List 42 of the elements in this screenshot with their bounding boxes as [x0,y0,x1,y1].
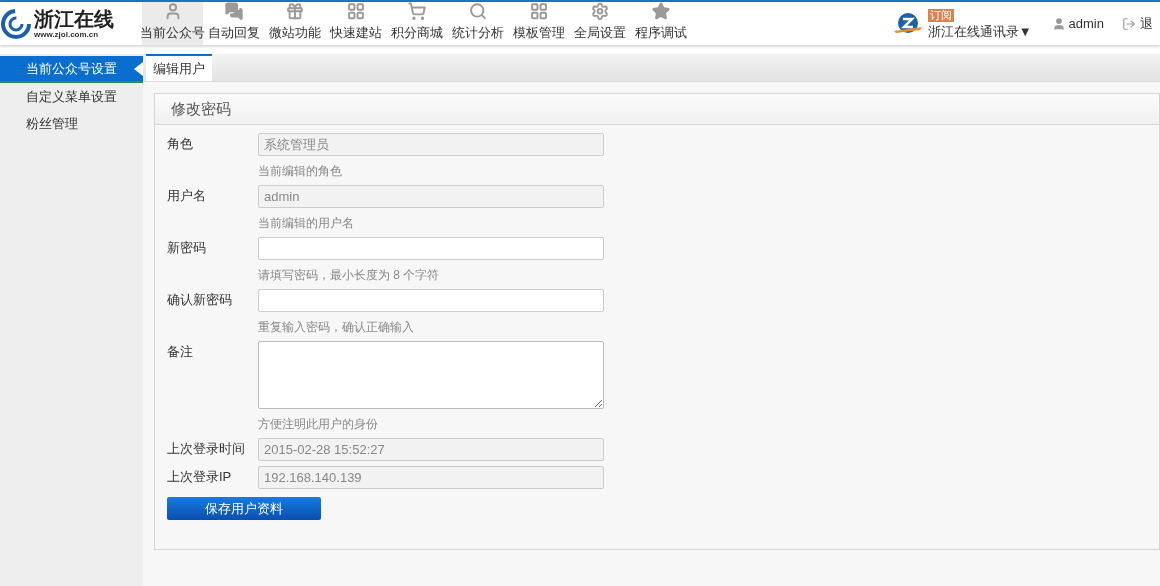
nav-item[interactable]: 当前公众号 [142,2,203,45]
nav-item[interactable]: 模板管理 [508,2,569,45]
field-label: 上次登录IP [167,468,233,486]
logo-name: 浙江在线 [34,8,114,29]
star-icon [649,2,672,21]
panel-title: 修改密码 [171,98,231,119]
nav-item[interactable]: 全局设置 [569,2,630,45]
user-icon [1051,16,1066,31]
username: admin [1068,14,1104,33]
field-label: 备注 [167,343,194,361]
cart-icon [405,2,428,21]
nav-item[interactable]: 自动回复 [203,2,264,45]
save-button[interactable]: 保存用户资料 [167,497,321,520]
tab[interactable]: 编辑用户 [146,54,212,81]
field-label: 新密码 [167,239,207,257]
field-label: 确认新密码 [167,291,233,309]
field-label: 上次登录时间 [167,440,246,458]
sidebar-item[interactable]: 粉丝管理 [0,110,143,137]
nav-item[interactable]: 积分商城 [386,2,447,45]
help-text: 重复输入密码，确认正确输入 [258,319,415,336]
field-label: 用户名 [167,187,207,205]
input-field[interactable] [258,289,604,312]
chat-icon [222,2,245,21]
subscription-badge: 订阅 [927,9,954,22]
help-text: 当前编辑的角色 [258,163,343,180]
logout-button[interactable]: 退 [1122,13,1160,34]
remark-field[interactable] [258,341,604,409]
help-text: 方便注明此用户的身份 [258,416,379,433]
input-field[interactable] [258,237,604,260]
help-text: 当前编辑的用户名 [258,215,355,232]
nav-item[interactable]: 微站功能 [264,2,325,45]
nav-item[interactable]: 统计分析 [447,2,508,45]
logo-url: www.zjol.com.cn [34,30,100,39]
help-text: 请填写密码，最小长度为 8 个字符 [258,267,441,284]
account-dropdown[interactable]: 浙江在线通讯录▼ [927,25,1032,38]
logo-icon [1,8,31,39]
nav-item[interactable]: 程序调试 [630,2,691,45]
sidebar-item[interactable]: 当前公众号设置 [0,56,143,83]
nav-item[interactable]: 快速建站 [325,2,386,45]
field-label: 角色 [167,135,194,153]
logout-icon [1122,16,1136,31]
sidebar-item[interactable]: 自定义菜单设置 [0,83,143,110]
